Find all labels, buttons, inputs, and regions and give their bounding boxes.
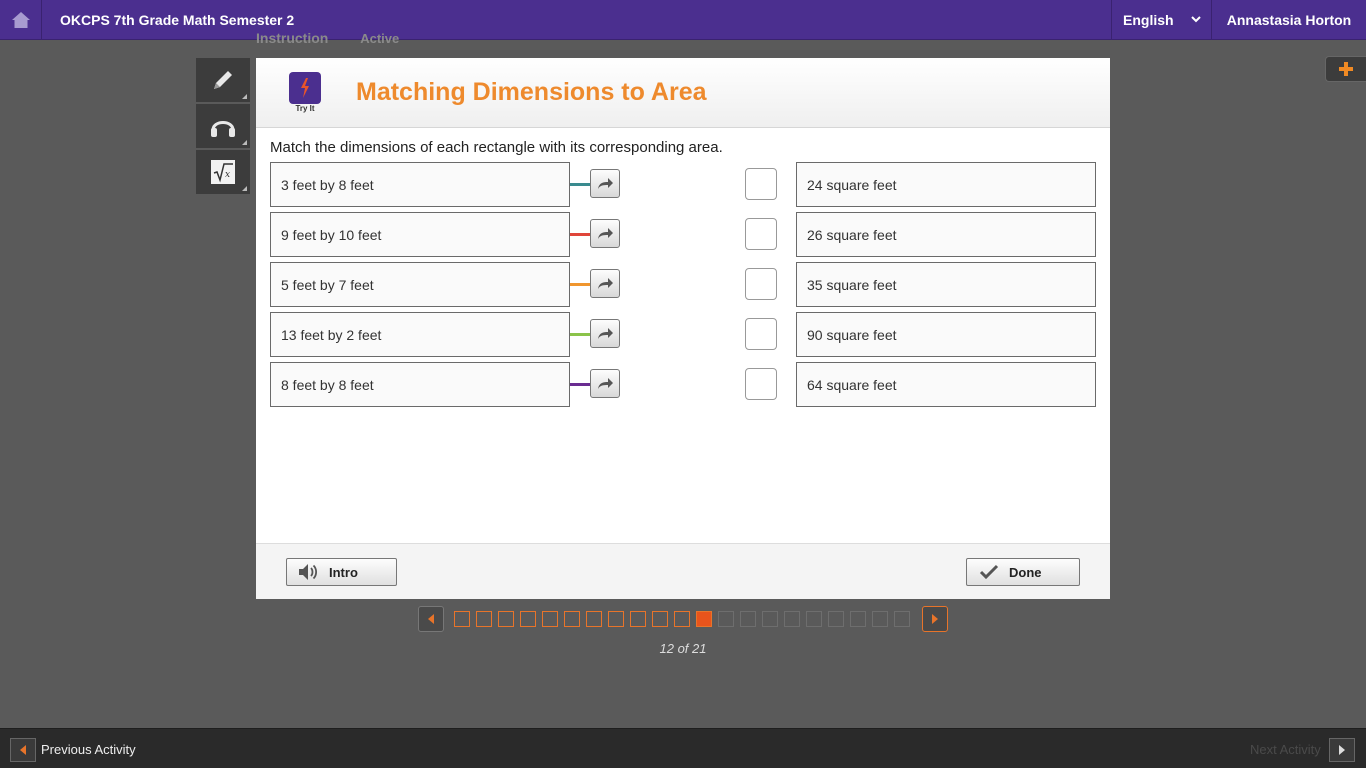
pager-page-box[interactable] <box>696 611 712 627</box>
pencil-tool-button[interactable] <box>196 58 250 102</box>
activity-header: Try It Matching Dimensions to Area <box>256 58 1110 128</box>
try-it-logo <box>289 72 321 104</box>
pencil-icon <box>214 71 232 89</box>
pager-next-button[interactable] <box>922 606 948 632</box>
pager-prev-button[interactable] <box>418 606 444 632</box>
pager-page-box[interactable] <box>872 611 888 627</box>
sub-tabs: Instruction Active <box>256 30 427 46</box>
top-bar: OKCPS 7th Grade Math Semester 2 English … <box>0 0 1366 40</box>
instructions: Match the dimensions of each rectangle w… <box>270 139 723 156</box>
user-menu[interactable]: Annastasia Horton <box>1211 0 1366 40</box>
area-item: 26 square feet <box>796 212 1096 257</box>
connect-arrow-button[interactable] <box>590 269 620 298</box>
drop-target[interactable] <box>745 168 777 200</box>
audio-tool-button[interactable] <box>196 104 250 148</box>
dimension-item[interactable]: 13 feet by 2 feet <box>270 312 570 357</box>
intro-button[interactable]: Intro <box>286 558 397 586</box>
previous-activity-label[interactable]: Previous Activity <box>41 742 136 757</box>
activity-title: Matching Dimensions to Area <box>356 78 707 106</box>
drop-target[interactable] <box>745 218 777 250</box>
dimension-item[interactable]: 3 feet by 8 feet <box>270 162 570 207</box>
connector-line <box>570 183 590 186</box>
lightning-icon <box>301 78 309 98</box>
curved-arrow-icon <box>598 177 613 189</box>
pager-page-box[interactable] <box>454 611 470 627</box>
activity-footer: Intro Done <box>256 543 1110 599</box>
area-item: 24 square feet <box>796 162 1096 207</box>
checkmark-icon <box>979 564 999 580</box>
headphones-icon <box>211 121 235 137</box>
dimension-item[interactable]: 5 feet by 7 feet <box>270 262 570 307</box>
pager-page-box[interactable] <box>652 611 668 627</box>
activity-panel: Try It Matching Dimensions to Area Match… <box>256 58 1110 599</box>
plus-icon <box>1339 62 1353 76</box>
intro-label: Intro <box>329 564 358 580</box>
language-label: English <box>1123 11 1174 28</box>
pager-page-box[interactable] <box>630 611 646 627</box>
previous-activity-button[interactable] <box>10 738 36 762</box>
connect-arrow-button[interactable] <box>590 169 620 198</box>
pager-page-box[interactable] <box>784 611 800 627</box>
area-item: 90 square feet <box>796 312 1096 357</box>
connector-line <box>570 333 590 336</box>
pager-page-box[interactable] <box>586 611 602 627</box>
home-button[interactable] <box>0 0 42 40</box>
connector-line <box>570 383 590 386</box>
connect-arrow-button[interactable] <box>590 319 620 348</box>
curved-arrow-icon <box>598 377 613 389</box>
done-label: Done <box>1009 564 1042 580</box>
speaker-icon <box>299 564 318 580</box>
pager-page-box[interactable] <box>762 611 778 627</box>
caret-left-icon <box>428 614 434 624</box>
pager-page-box[interactable] <box>718 611 734 627</box>
area-item: 64 square feet <box>796 362 1096 407</box>
area-item: 35 square feet <box>796 262 1096 307</box>
pager-page-box[interactable] <box>520 611 536 627</box>
curved-arrow-icon <box>598 227 613 239</box>
drop-target[interactable] <box>745 368 777 400</box>
caret-right-icon <box>932 614 938 624</box>
drop-target[interactable] <box>745 318 777 350</box>
next-activity-button[interactable] <box>1329 738 1355 762</box>
caret-left-icon <box>20 745 26 755</box>
caret-right-icon <box>1339 745 1345 755</box>
connector-line <box>570 283 590 286</box>
dimension-item[interactable]: 8 feet by 8 feet <box>270 362 570 407</box>
drop-target[interactable] <box>745 268 777 300</box>
pager-page-box[interactable] <box>542 611 558 627</box>
expand-button[interactable] <box>1325 56 1366 82</box>
pager-page-box[interactable] <box>806 611 822 627</box>
tab-instruction[interactable]: Instruction <box>256 30 328 46</box>
pager-page-box[interactable] <box>564 611 580 627</box>
connect-arrow-button[interactable] <box>590 219 620 248</box>
pager-page-box[interactable] <box>498 611 514 627</box>
tab-active[interactable]: Active <box>360 31 399 46</box>
page-counter: 12 of 21 <box>659 641 707 656</box>
dimension-item[interactable]: 9 feet by 10 feet <box>270 212 570 257</box>
tool-panel: x <box>196 58 250 196</box>
pager-page-box[interactable] <box>850 611 866 627</box>
pager-page-box[interactable] <box>828 611 844 627</box>
chevron-down-icon <box>1191 15 1201 22</box>
pager-page-box[interactable] <box>894 611 910 627</box>
pager-page-box[interactable] <box>476 611 492 627</box>
logo-label: Try It <box>295 104 315 113</box>
math-tool-button[interactable]: x <box>196 150 250 194</box>
bottom-bar: Previous Activity Next Activity <box>0 728 1366 768</box>
sqrt-icon: x <box>211 160 235 184</box>
next-activity-label: Next Activity <box>1250 742 1321 757</box>
connector-line <box>570 233 590 236</box>
pager-page-box[interactable] <box>608 611 624 627</box>
course-title: OKCPS 7th Grade Math Semester 2 <box>60 11 295 28</box>
pager-page-box[interactable] <box>740 611 756 627</box>
connect-arrow-button[interactable] <box>590 369 620 398</box>
pager-page-box[interactable] <box>674 611 690 627</box>
done-button[interactable]: Done <box>966 558 1080 586</box>
curved-arrow-icon <box>598 327 613 339</box>
home-icon <box>11 11 30 28</box>
curved-arrow-icon <box>598 277 613 289</box>
language-selector[interactable]: English <box>1111 0 1211 40</box>
svg-text:x: x <box>225 170 230 180</box>
